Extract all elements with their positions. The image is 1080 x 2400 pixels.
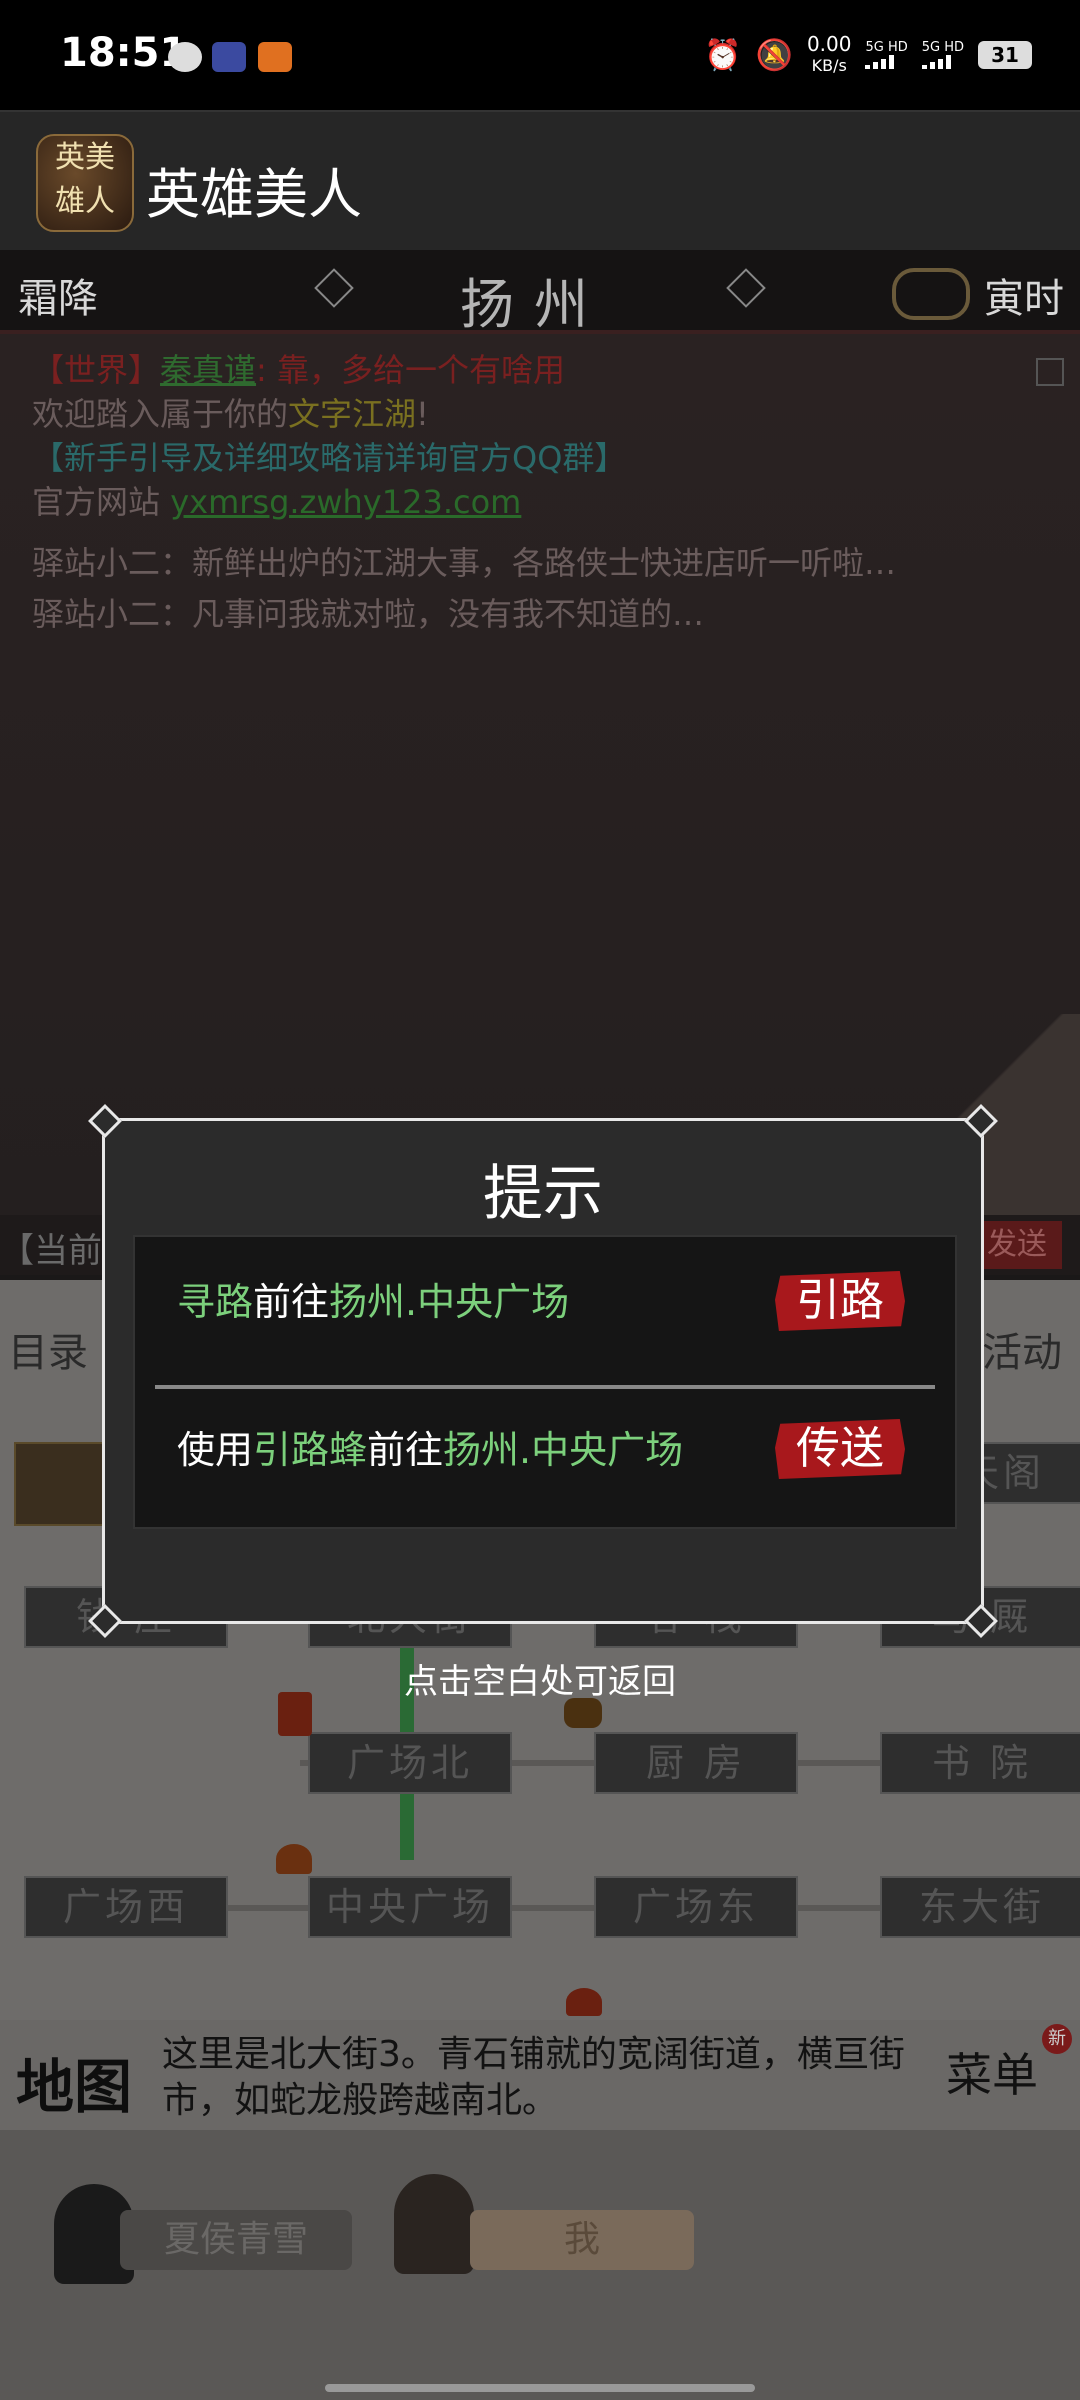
- shield-app-icon: [212, 42, 246, 72]
- location-description-panel: 地图 这里是北大街3。青石铺就的宽阔街道，横亘街市，如蛇龙般跨越南北。 菜单 新: [0, 2020, 1080, 2130]
- opt1-mid: 前往: [253, 1280, 330, 1324]
- location-description: 这里是北大街3。青石铺就的宽阔街道，横亘街市，如蛇龙般跨越南北。: [162, 2034, 905, 2121]
- player-marker-icon: [276, 1844, 312, 1874]
- option-pathfind-text: 寻路前往扬州.中央广场: [177, 1271, 569, 1326]
- site-message: 官方网站 yxmrsg.zwhy123.com: [32, 480, 1032, 524]
- world-message: 【世界】秦真谨: 靠，多给一个有啥用: [32, 348, 1032, 392]
- map-node-guangchangxi[interactable]: 广场西: [24, 1876, 228, 1938]
- site-url-link[interactable]: yxmrsg.zwhy123.com: [170, 483, 521, 521]
- new-badge: 新: [1042, 2024, 1072, 2054]
- world-text: : 靠，多给一个有啥用: [256, 351, 565, 389]
- logo-char: 人: [85, 184, 115, 219]
- sim2-signal: 5G HD: [921, 40, 964, 69]
- map-button[interactable]: 地图: [16, 2040, 132, 2124]
- cloud-weather-icon: [892, 268, 970, 320]
- opt2-mid: 前往: [367, 1428, 444, 1472]
- map-node-chufang[interactable]: 厨 房: [594, 1732, 798, 1794]
- hint-dialog: 提示 寻路前往扬州.中央广场 引路 使用引路蜂前往扬州.中央广场 传送: [88, 1104, 998, 1638]
- chat-log[interactable]: 【世界】秦真谨: 靠，多给一个有啥用 欢迎踏入属于你的文字江湖! 【新手引导及详…: [0, 334, 1080, 1234]
- dialog-title: 提示: [483, 1159, 603, 1229]
- status-bar: 18:51 ⏰ 🔕 0.00 KB/s 5G HD 5G HD 31: [0, 0, 1080, 110]
- send-button[interactable]: 发送: [972, 1221, 1062, 1269]
- status-right-group: ⏰ 🔕 0.00 KB/s 5G HD 5G HD 31: [704, 34, 1032, 76]
- characters-panel: 夏侯青雪 我: [0, 2130, 1080, 2400]
- welcome-message: 欢迎踏入属于你的文字江湖!: [32, 392, 1032, 436]
- app-logo-icon: 英美 雄人: [36, 134, 134, 232]
- net-speed-unit: KB/s: [811, 56, 847, 75]
- game-app-icon: [258, 42, 292, 72]
- sim1-label: 5G HD: [865, 40, 908, 55]
- map-node-shuyuan[interactable]: 书 院: [880, 1732, 1080, 1794]
- guide-message: 【新手引导及详细攻略请详询官方QQ群】: [32, 439, 627, 477]
- option-pathfind: 寻路前往扬州.中央广场 引路: [135, 1237, 955, 1357]
- welcome-prefix: 欢迎踏入属于你的: [32, 395, 289, 433]
- wechat-icon: [168, 42, 202, 72]
- opt2-destination: 扬州.中央广场: [443, 1428, 684, 1472]
- logo-char: 美: [85, 140, 115, 175]
- map-node-guangchangbei[interactable]: 广场北: [308, 1732, 512, 1794]
- building-marker-icon: [566, 1988, 602, 2016]
- opt1-verb: 寻路: [177, 1280, 254, 1324]
- net-speed: 0.00 KB/s: [807, 34, 852, 76]
- signal-bars-icon: [921, 55, 964, 69]
- road-path: [100, 1905, 980, 1911]
- ornament-diamond-icon: [726, 268, 766, 308]
- app-title-bar: 英美 雄人 英雄美人: [0, 110, 1080, 252]
- logo-char: 雄: [55, 184, 85, 219]
- npc-name-button[interactable]: 夏侯青雪: [120, 2210, 352, 2270]
- opt2-item: 引路蜂: [253, 1428, 368, 1472]
- signal-bars-icon: [865, 55, 907, 69]
- guide-route-button[interactable]: 引路: [775, 1271, 905, 1331]
- time-of-day: 寅时: [984, 276, 1064, 322]
- self-name-button[interactable]: 我: [470, 2210, 694, 2270]
- battery-icon: 31: [978, 41, 1032, 69]
- app-title: 英雄美人: [146, 163, 362, 226]
- sim1-signal: 5G HD: [865, 40, 908, 69]
- alarm-icon: ⏰: [704, 37, 742, 73]
- welcome-suffix: !: [416, 395, 429, 433]
- map-node-zhongyang[interactable]: 中央广场: [308, 1876, 512, 1938]
- game-header: 霜降 扬州 寅时: [0, 250, 1080, 336]
- activity-tab[interactable]: 活动: [982, 1320, 1072, 1390]
- directory-tab[interactable]: 目录: [8, 1320, 98, 1390]
- map-node-dongdajie[interactable]: 东大街: [880, 1876, 1080, 1938]
- welcome-highlight: 文字江湖: [288, 395, 417, 433]
- city-name: 扬州: [460, 273, 608, 336]
- dialog-options: 寻路前往扬州.中央广场 引路 使用引路蜂前往扬州.中央广场 传送: [133, 1235, 957, 1529]
- chat-messages: 【世界】秦真谨: 靠，多给一个有啥用 欢迎踏入属于你的文字江湖! 【新手引导及详…: [32, 348, 1032, 636]
- sim2-label: 5G HD: [921, 40, 964, 55]
- expand-window-icon[interactable]: [1036, 358, 1064, 386]
- treasure-chest-icon[interactable]: [14, 1442, 108, 1526]
- option-teleport: 使用引路蜂前往扬州.中央广场 传送: [135, 1385, 955, 1505]
- ornament-diamond-icon: [314, 268, 354, 308]
- site-label: 官方网站: [32, 483, 171, 521]
- option-teleport-text: 使用引路蜂前往扬州.中央广场: [177, 1419, 683, 1474]
- dismiss-hint: 点击空白处可返回: [404, 1662, 676, 1702]
- menu-button[interactable]: 菜单: [922, 2030, 1062, 2120]
- logo-char: 英: [55, 140, 85, 175]
- world-user-link[interactable]: 秦真谨: [160, 351, 256, 389]
- self-avatar[interactable]: [394, 2174, 474, 2274]
- teleport-button[interactable]: 传送: [775, 1419, 905, 1479]
- world-tag: 【世界】: [32, 351, 161, 389]
- npc-message: 驿站小二：凡事问我就对啦，没有我不知道的…: [32, 595, 705, 633]
- season-label: 霜降: [18, 276, 98, 322]
- mute-icon: 🔕: [755, 37, 793, 73]
- opt1-destination: 扬州.中央广场: [329, 1280, 570, 1324]
- home-indicator[interactable]: [325, 2384, 755, 2392]
- npc-message: 驿站小二：新鲜出炉的江湖大事，各路侠士快进店听一听啦…: [32, 544, 897, 582]
- map-node-guangchangdong[interactable]: 广场东: [594, 1876, 798, 1938]
- net-speed-value: 0.00: [806, 32, 852, 56]
- opt2-pre: 使用: [177, 1428, 254, 1472]
